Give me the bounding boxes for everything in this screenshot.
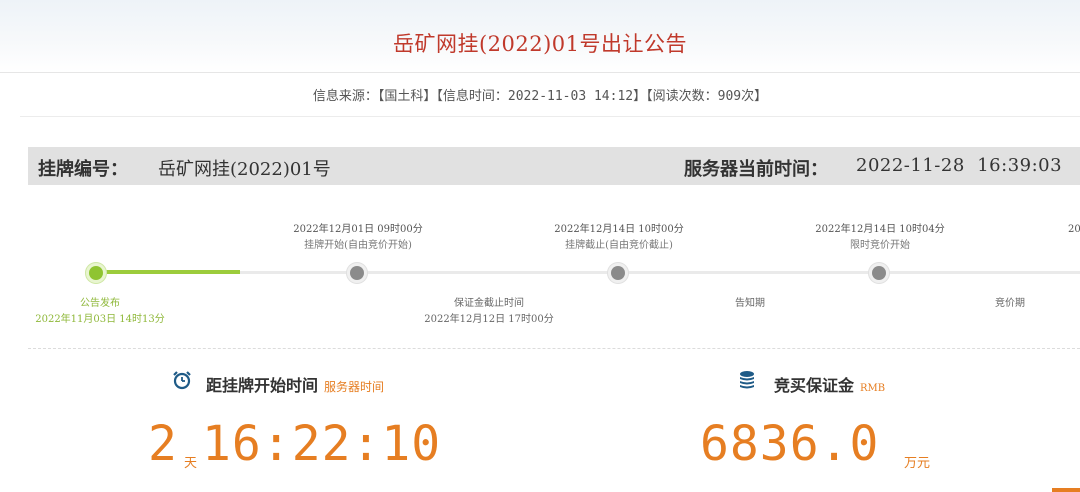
timeline-bottom-label: 竞价期 — [910, 296, 1080, 312]
timeline-bottom-label: 公告发布 2022年11月03日 14时13分 — [0, 296, 200, 328]
timeline-stage: 挂牌截止(自由竞价截止) — [565, 240, 673, 251]
timeline-bottom-label: 告知期 — [650, 296, 850, 312]
server-time-label: 服务器当前时间： — [684, 159, 828, 180]
timeline-stage: 挂牌开始(自由竞价开始) — [304, 240, 412, 251]
timeline-top-label: 2022年12月14日 10时00分 挂牌截止(自由竞价截止) — [519, 222, 719, 254]
deposit-title: 竞买保证金 — [774, 376, 855, 395]
timeline-date: 2022年12月14日 10时00分 — [554, 224, 684, 235]
section-divider — [28, 348, 1080, 349]
countdown-time: 16:22:10 — [202, 416, 442, 472]
listing-number: 岳矿网挂(2022)01号 — [158, 159, 331, 180]
timeline-top-label: 20 — [1068, 222, 1080, 238]
listing-info-bar: 挂牌编号： 岳矿网挂(2022)01号 服务器当前时间： 2022-11-28 … — [28, 147, 1080, 185]
countdown-days: 2 — [148, 416, 178, 472]
page-title: 岳矿网挂(2022)01号出让公告 — [392, 32, 688, 56]
countdown-subtitle: 服务器时间 — [324, 380, 385, 394]
action-button-edge[interactable] — [1052, 488, 1080, 492]
divider — [0, 72, 1080, 73]
timeline-top-label: 2022年12月14日 10时04分 限时竞价开始 — [780, 222, 980, 254]
timeline-stage: 竞价期 — [995, 298, 1025, 309]
countdown-heading: 距挂牌开始时间 服务器时间 — [206, 372, 384, 396]
deposit-unit: 万元 — [904, 456, 931, 471]
timeline-date: 2022年12月01日 09时00分 — [293, 224, 423, 235]
countdown-days-unit: 天 — [184, 456, 198, 471]
timeline-node — [607, 262, 629, 284]
timeline-date: 2022年12月14日 10时04分 — [815, 224, 945, 235]
deposit-heading: 竞买保证金 RMB — [774, 372, 885, 396]
timeline-progress — [96, 270, 240, 274]
timeline-bottom-label: 保证金截止时间 2022年12月12日 17时00分 — [389, 296, 589, 328]
timeline-node — [868, 262, 890, 284]
listing-number-label: 挂牌编号： — [38, 159, 128, 180]
timeline-track — [96, 271, 1080, 274]
coin-stack-icon — [740, 371, 754, 389]
divider — [20, 116, 1080, 117]
timeline-date: 20 — [1068, 224, 1080, 235]
deposit-amount: 6836.0 — [700, 416, 880, 472]
timeline-stage: 公告发布 — [80, 298, 120, 309]
timeline-date: 2022年11月03日 14时13分 — [35, 314, 165, 325]
server-time-value: 2022-11-28 16:39:03 — [856, 155, 1063, 176]
timeline-stage: 保证金截止时间 — [454, 298, 524, 309]
countdown-title: 距挂牌开始时间 — [206, 376, 319, 395]
timeline-node — [346, 262, 368, 284]
timeline-node-current — [85, 262, 107, 284]
timeline-stage: 告知期 — [735, 298, 765, 309]
deposit-currency: RMB — [860, 383, 886, 394]
timeline-top-label: 2022年12月01日 09时00分 挂牌开始(自由竞价开始) — [258, 222, 458, 254]
alarm-clock-icon — [173, 371, 191, 390]
meta-text: 信息来源：【国土科】【信息时间：2022-11-03 14:12】【阅读次数：9… — [312, 89, 768, 104]
info-meta: 信息来源：【国土科】【信息时间：2022-11-03 14:12】【阅读次数：9… — [0, 85, 1080, 104]
timeline-date: 2022年12月12日 17时00分 — [424, 314, 554, 325]
timeline-stage: 限时竞价开始 — [850, 240, 910, 251]
